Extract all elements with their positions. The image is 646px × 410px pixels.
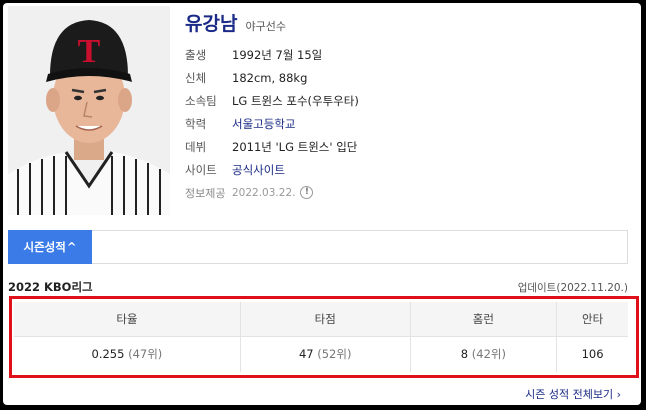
player-photo: T [8,6,170,215]
column-header: 홈런 [410,302,558,337]
chevron-up-icon: ^ [66,240,77,254]
info-value: 2011년 'LG 트윈스' 입단 [232,139,358,154]
info-label: 사이트 [185,162,217,177]
stat-value: 0.255 [91,347,125,362]
official-site-link[interactable]: 공식사이트 [232,162,285,178]
education-link[interactable]: 서울고등학교 [232,116,295,132]
stat-rank: (47위) [128,347,163,362]
info-row-birth: 출생 1992년 7월 15일 [185,43,359,66]
info-row-body: 신체 182cm, 88kg [185,66,359,89]
league-row: 2022 KBO리그 업데이트(2022.11.20.) [8,279,628,295]
more-label: 시즌 성적 전체보기 [525,388,614,401]
player-card: T 유강남 야구선수 출생 1992년 7월 15일 신체 182cm, 88k… [3,3,641,405]
column-header: 타점 [240,302,411,337]
stat-value: 47 [298,347,314,362]
info-value: 1992년 7월 15일 [232,47,323,62]
info-label: 데뷔 [185,139,207,154]
table-header-row: 타율 타점 홈런 안타 [14,302,628,337]
table-row: 0.255 (47위) 47 (52위) 8 (42위) 106 [14,336,628,372]
tab-season-stats[interactable]: 시즌성적 ^ [8,230,92,264]
info-label: 학력 [185,116,207,131]
info-row-site: 사이트 공식사이트 [185,158,359,181]
source-date: 2022.03.22. [232,186,296,199]
name-row: 유강남 야구선수 [185,9,286,36]
info-value: LG 트윈스 포수(우투우타) [232,93,359,108]
stat-cell-avg: 0.255 (47위) [14,336,241,372]
cap-logo: T [78,33,101,70]
stat-cell-hits: 106 [557,336,628,372]
chevron-right-icon: › [616,388,621,401]
stats-table: 타율 타점 홈런 안타 0.255 (47위) 47 (52위) 8 (42위)… [14,302,628,372]
stat-rank: (42위) [471,347,506,362]
info-label: 신체 [185,70,207,85]
info-row-source: 정보제공 2022.03.22. ! [185,181,359,204]
info-value: 182cm, 88kg [232,70,308,85]
source-value: 2022.03.22. ! [232,186,314,199]
player-job: 야구선수 [245,20,286,33]
info-row-team: 소속팀 LG 트윈스 포수(우투우타) [185,89,359,112]
info-icon[interactable]: ! [300,186,314,199]
stats-highlight-box: 타율 타점 홈런 안타 0.255 (47위) 47 (52위) 8 (42위)… [9,296,639,378]
info-row-debut: 데뷔 2011년 'LG 트윈스' 입단 [185,135,359,158]
column-header: 타율 [14,302,241,337]
info-label: 출생 [185,47,207,62]
stat-rank: (52위) [317,347,352,362]
league-title: 2022 KBO리그 [8,280,93,294]
stat-cell-rbi: 47 (52위) [240,336,411,372]
season-tab-bar: 시즌성적 ^ [8,230,628,264]
stat-cell-hr: 8 (42위) [410,336,558,372]
player-photo-image: T [8,6,170,215]
column-header: 안타 [556,302,628,337]
season-more-link[interactable]: 시즌 성적 전체보기 › [525,386,621,402]
stat-value: 106 [581,347,604,362]
profile-info: 출생 1992년 7월 15일 신체 182cm, 88kg 소속팀 LG 트윈… [185,43,359,204]
updated-date: 업데이트(2022.11.20.) [517,281,628,294]
info-label: 소속팀 [185,93,217,108]
info-label: 정보제공 [185,186,226,200]
player-name[interactable]: 유강남 [185,9,237,36]
info-row-education: 학력 서울고등학교 [185,112,359,135]
tab-label: 시즌성적 [23,240,66,254]
stat-value: 8 [460,347,469,362]
